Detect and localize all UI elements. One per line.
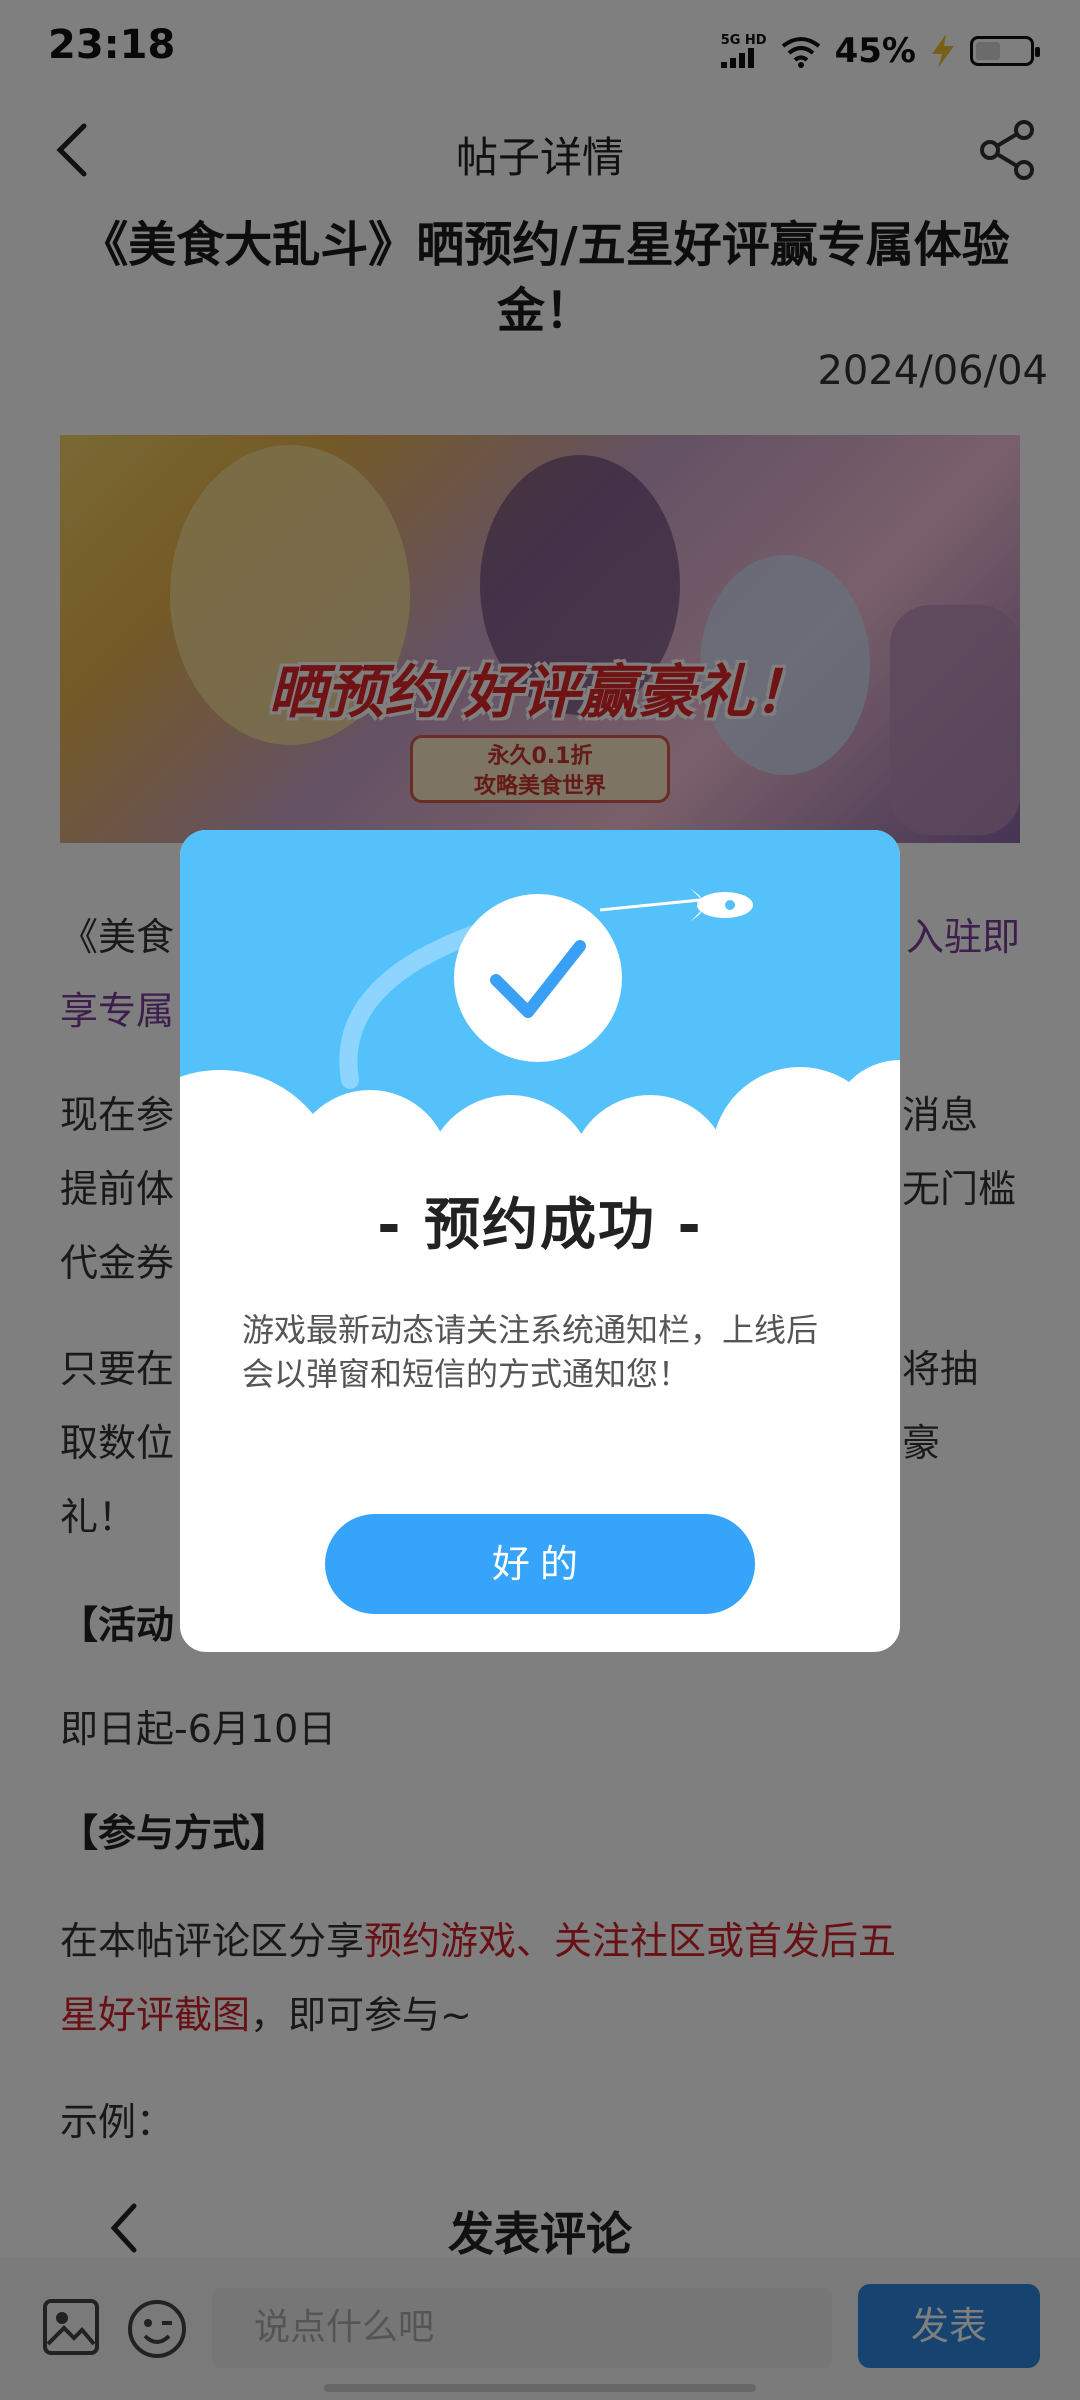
post-detail-page: 23:18 5G HD 45% 帖子详情 — [0, 0, 1080, 2400]
dialog-message: 游戏最新动态请关注系统通知栏，上线后会以弹窗和短信的方式通知您！ — [242, 1311, 819, 1393]
reservation-success-dialog: - 预约成功 - 游戏最新动态请关注系统通知栏，上线后会以弹窗和短信的方式通知您… — [180, 830, 900, 1652]
ok-button[interactable]: 好的 — [325, 1514, 755, 1614]
dialog-title: - 预约成功 - — [377, 1193, 703, 1258]
rocket-icon — [690, 888, 753, 922]
dialog-illustration — [180, 888, 900, 1190]
check-circle-icon — [454, 894, 622, 1062]
cloud-shape — [180, 1060, 900, 1190]
